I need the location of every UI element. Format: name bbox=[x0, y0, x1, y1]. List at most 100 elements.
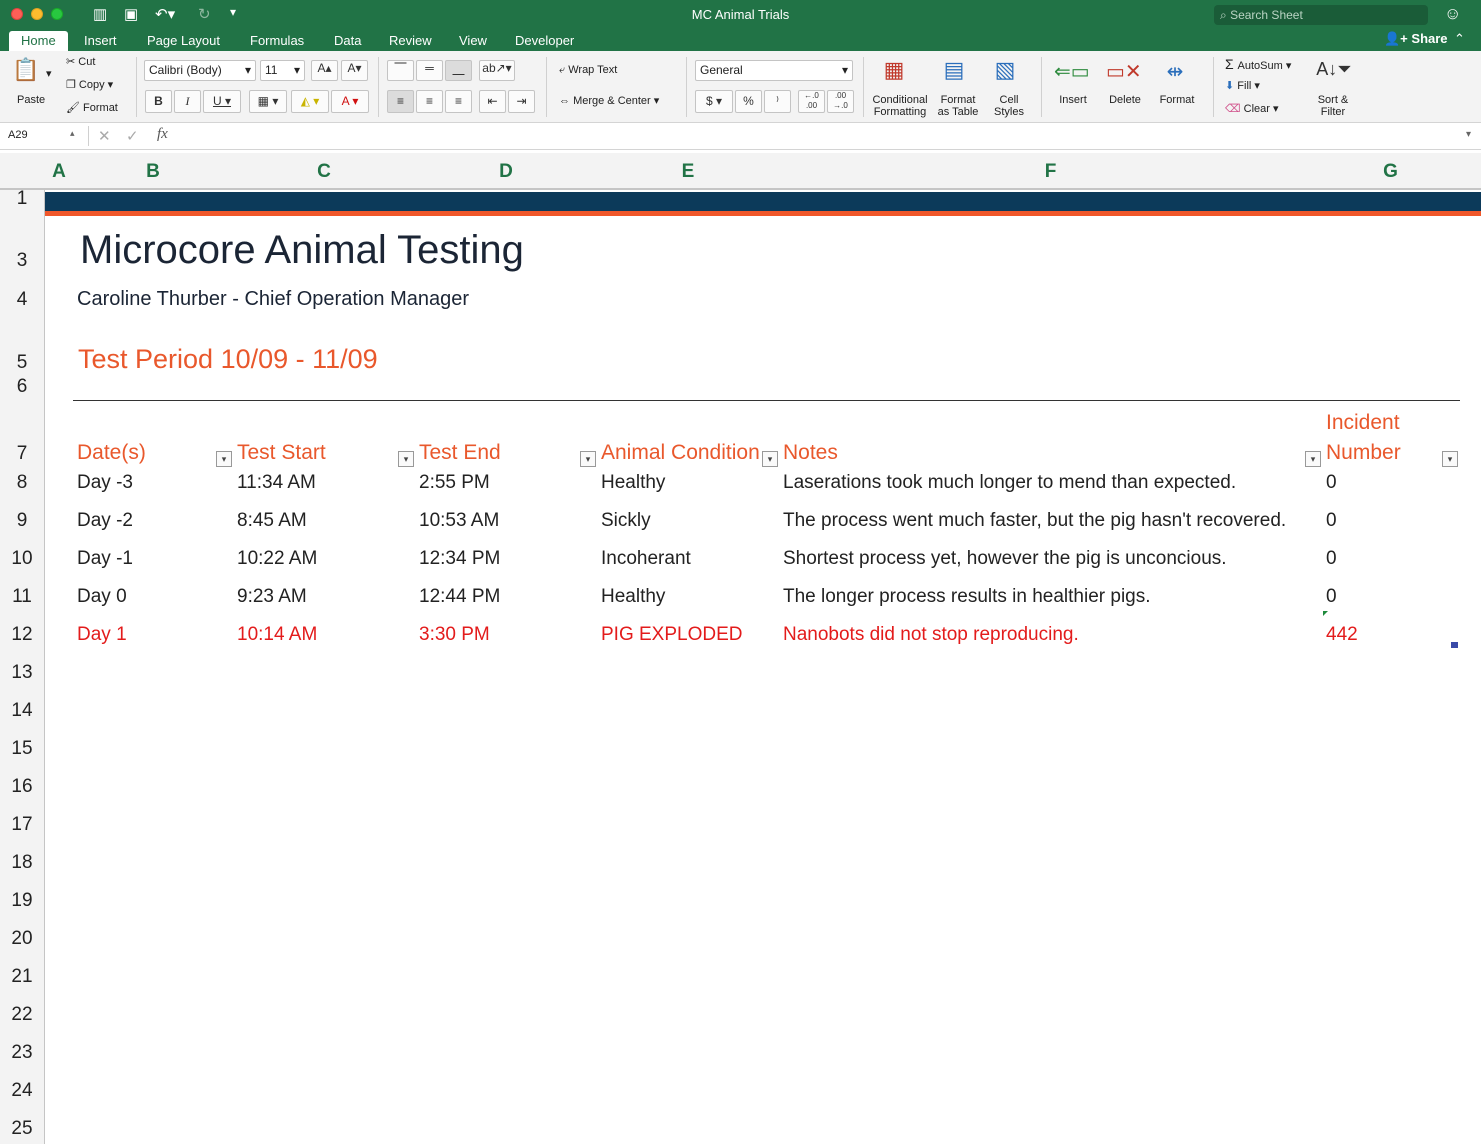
tab-formulas[interactable]: Formulas bbox=[250, 31, 304, 51]
cell-styles-icon[interactable]: ▧ bbox=[989, 57, 1021, 87]
align-top-icon[interactable]: ⎺ bbox=[387, 60, 414, 81]
row-header[interactable]: 17 bbox=[0, 814, 44, 836]
header-test-end[interactable]: Test End bbox=[419, 441, 501, 465]
row-header[interactable]: 20 bbox=[0, 928, 44, 950]
row-header[interactable]: 19 bbox=[0, 890, 44, 912]
conditional-formatting-icon[interactable]: ▦ bbox=[878, 57, 910, 87]
cell-condition[interactable]: Healthy bbox=[601, 586, 665, 608]
filter-dropdown-icon[interactable]: ▾ bbox=[1442, 451, 1458, 467]
row-header[interactable]: 14 bbox=[0, 700, 44, 722]
conditional-formatting-button[interactable]: Conditional Formatting bbox=[866, 94, 934, 118]
row-header[interactable]: 3 bbox=[0, 250, 44, 272]
format-cells-icon[interactable]: ⇹ bbox=[1158, 59, 1192, 87]
column-header-c[interactable]: C bbox=[233, 161, 415, 183]
cell-test-end[interactable]: 3:30 PM bbox=[419, 624, 490, 646]
header-incident-line2[interactable]: Number bbox=[1326, 441, 1401, 465]
insert-function-icon[interactable]: fx bbox=[157, 126, 168, 143]
cell-styles-button[interactable]: Cell Styles bbox=[985, 94, 1033, 118]
column-header-d[interactable]: D bbox=[415, 161, 597, 183]
cell-condition[interactable]: PIG EXPLODED bbox=[601, 624, 743, 646]
sort-filter-icon[interactable]: A↓⏷ bbox=[1314, 59, 1354, 87]
orientation-icon[interactable]: ab↗▾ bbox=[479, 60, 515, 81]
decrease-font-size-icon[interactable]: A▾ bbox=[341, 60, 368, 81]
cell-date[interactable]: Day 0 bbox=[77, 586, 127, 608]
cell-notes[interactable]: Laserations took much longer to mend tha… bbox=[783, 472, 1236, 494]
tab-developer[interactable]: Developer bbox=[515, 31, 574, 51]
format-cells-button[interactable]: Format bbox=[1154, 94, 1200, 106]
tab-review[interactable]: Review bbox=[389, 31, 432, 51]
cell-notes[interactable]: Nanobots did not stop reproducing. bbox=[783, 624, 1079, 646]
comma-style-icon[interactable]: ⁾ bbox=[764, 90, 791, 113]
align-left-icon[interactable]: ≡ bbox=[387, 90, 414, 113]
paste-icon[interactable]: 📋 bbox=[10, 57, 42, 91]
cell-date[interactable]: Day -1 bbox=[77, 548, 133, 570]
row-header[interactable]: 25 bbox=[0, 1118, 44, 1140]
cell-notes[interactable]: The longer process results in healthier … bbox=[783, 586, 1151, 608]
row-header[interactable]: 23 bbox=[0, 1042, 44, 1064]
header-dates[interactable]: Date(s) bbox=[77, 441, 146, 465]
row-header[interactable]: 22 bbox=[0, 1004, 44, 1026]
filter-dropdown-icon[interactable]: ▾ bbox=[580, 451, 596, 467]
share-button[interactable]: 👤+ Share bbox=[1384, 31, 1448, 47]
cell-condition[interactable]: Sickly bbox=[601, 510, 651, 532]
column-header-f[interactable]: F bbox=[779, 161, 1322, 183]
increase-decimal-icon[interactable]: ←.0.00 bbox=[798, 90, 825, 113]
table-resize-handle[interactable] bbox=[1451, 642, 1458, 648]
cell-test-end[interactable]: 2:55 PM bbox=[419, 472, 490, 494]
tab-view[interactable]: View bbox=[459, 31, 487, 51]
column-header-e[interactable]: E bbox=[597, 161, 779, 183]
sort-filter-button[interactable]: Sort & Filter bbox=[1308, 94, 1358, 118]
row-header[interactable]: 13 bbox=[0, 662, 44, 684]
row-header[interactable]: 9 bbox=[0, 510, 44, 532]
tab-page-layout[interactable]: Page Layout bbox=[147, 31, 220, 51]
filter-dropdown-icon[interactable]: ▾ bbox=[398, 451, 414, 467]
cell-notes[interactable]: Shortest process yet, however the pig is… bbox=[783, 548, 1227, 570]
name-box[interactable]: A29 bbox=[8, 129, 28, 141]
font-color-icon[interactable]: A ▾ bbox=[331, 90, 369, 113]
header-animal-condition[interactable]: Animal Condition bbox=[601, 441, 760, 465]
increase-font-size-icon[interactable]: A▴ bbox=[311, 60, 338, 81]
format-as-table-button[interactable]: Format as Table bbox=[930, 94, 986, 118]
borders-icon[interactable]: ▦ ▾ bbox=[249, 90, 287, 113]
tab-insert[interactable]: Insert bbox=[84, 31, 117, 51]
expand-formula-bar-icon[interactable]: ▾ bbox=[1466, 129, 1471, 140]
row-header[interactable]: 7 bbox=[0, 443, 44, 465]
row-header[interactable]: 21 bbox=[0, 966, 44, 988]
cell-condition[interactable]: Incoherant bbox=[601, 548, 691, 570]
cell-incident[interactable]: 0 bbox=[1326, 586, 1337, 608]
row-header[interactable]: 1 bbox=[0, 188, 44, 210]
delete-cells-button[interactable]: Delete bbox=[1103, 94, 1147, 106]
row-header[interactable]: 18 bbox=[0, 852, 44, 874]
row-header[interactable]: 8 bbox=[0, 472, 44, 494]
column-header-g[interactable]: G bbox=[1322, 161, 1459, 183]
cell-incident[interactable]: 0 bbox=[1326, 510, 1337, 532]
row-header[interactable]: 15 bbox=[0, 738, 44, 760]
insert-cells-icon[interactable]: ⇐▭ bbox=[1054, 59, 1090, 87]
delete-cells-icon[interactable]: ▭✕ bbox=[1106, 59, 1142, 87]
cell-test-start[interactable]: 11:34 AM bbox=[237, 472, 316, 494]
row-header[interactable]: 5 bbox=[0, 352, 44, 374]
italic-icon[interactable]: I bbox=[174, 90, 201, 113]
column-header-a[interactable]: A bbox=[45, 161, 73, 183]
cell-test-end[interactable]: 12:34 PM bbox=[419, 548, 500, 570]
header-test-start[interactable]: Test Start bbox=[237, 441, 326, 465]
insert-cells-button[interactable]: Insert bbox=[1052, 94, 1094, 106]
cell-incident[interactable]: 442 bbox=[1326, 624, 1358, 646]
sheet-subtitle[interactable]: Caroline Thurber - Chief Operation Manag… bbox=[77, 288, 469, 311]
cell-date[interactable]: Day 1 bbox=[77, 624, 127, 646]
collapse-ribbon-icon[interactable]: ⌃ bbox=[1454, 31, 1465, 47]
fill-button[interactable]: ⬇ Fill ▾ bbox=[1225, 79, 1260, 92]
number-format-select[interactable]: General ▾ bbox=[695, 60, 853, 81]
row-header[interactable]: 24 bbox=[0, 1080, 44, 1102]
cell-test-start[interactable]: 8:45 AM bbox=[237, 510, 307, 532]
align-middle-icon[interactable]: ═ bbox=[416, 60, 443, 81]
search-sheet-input[interactable]: ⌕ Search Sheet bbox=[1214, 5, 1428, 25]
cell-test-end[interactable]: 10:53 AM bbox=[419, 510, 499, 532]
row-header[interactable]: 10 bbox=[0, 548, 44, 570]
cancel-icon[interactable]: ✕ bbox=[98, 127, 111, 145]
paste-button[interactable]: Paste bbox=[17, 94, 45, 106]
header-notes[interactable]: Notes bbox=[783, 441, 838, 465]
feedback-smiley-icon[interactable]: ☺ bbox=[1444, 4, 1461, 24]
row-header[interactable]: 4 bbox=[0, 289, 44, 311]
merge-center-button[interactable]: ⇔ Merge & Center ▾ bbox=[559, 94, 659, 107]
